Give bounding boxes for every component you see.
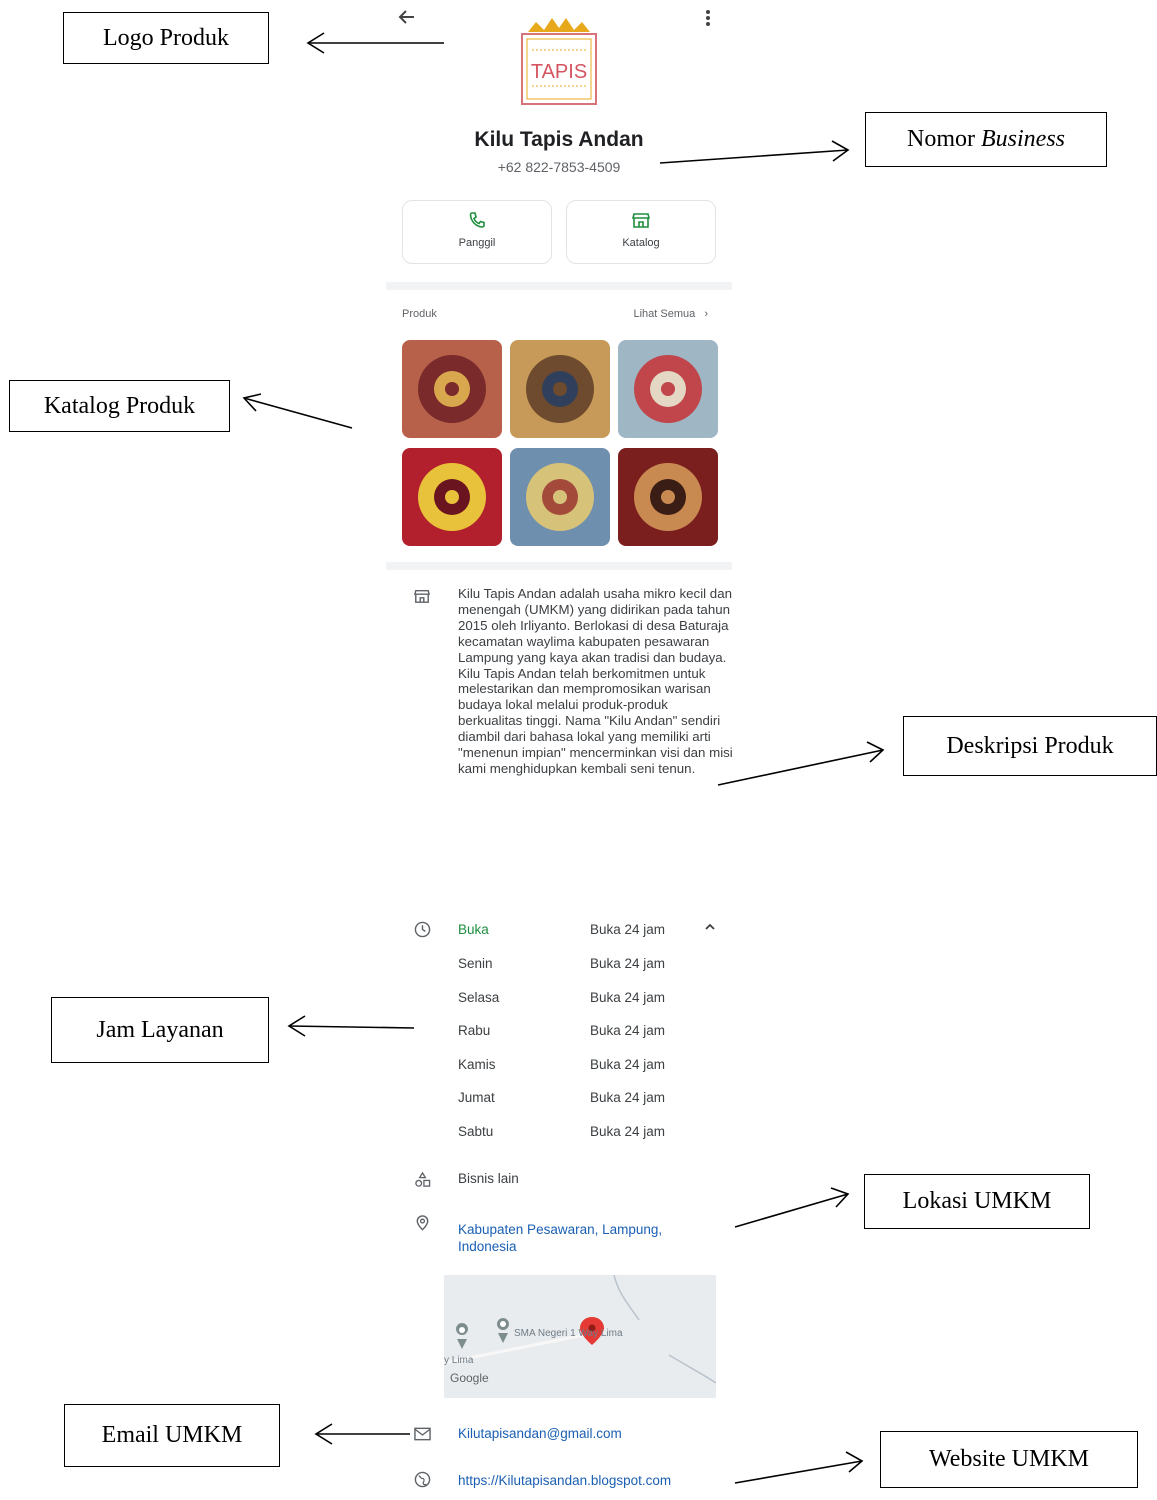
map-place-label: y Lima bbox=[444, 1355, 474, 1366]
hours-day-value: Buka 24 jam bbox=[590, 989, 666, 1005]
annotation-location-text: Lokasi UMKM bbox=[902, 1188, 1052, 1214]
arrow-catalog bbox=[242, 393, 353, 429]
chevron-up-icon[interactable] bbox=[704, 920, 716, 938]
see-all-label: Lihat Semua bbox=[633, 308, 696, 320]
annotation-phone-em: Business bbox=[981, 126, 1065, 152]
website-link[interactable]: https://Kilutapisandan.blogspot.com bbox=[458, 1472, 671, 1489]
annotation-hours: Jam Layanan bbox=[51, 997, 269, 1063]
map-poi-label: SMA Negeri 1 Way Lima bbox=[514, 1328, 623, 1339]
annotation-phone-text: Nomor Business bbox=[907, 126, 1065, 153]
product-thumbnail[interactable] bbox=[510, 340, 610, 438]
hours-day-value: Buka 24 jam bbox=[590, 956, 666, 971]
hours-status-value: Buka 24 jam bbox=[590, 922, 666, 937]
hours-status: Buka bbox=[458, 922, 489, 937]
annotation-hours-text: Jam Layanan bbox=[96, 1016, 224, 1043]
email-link[interactable]: Kilutapisandan@gmail.com bbox=[458, 1425, 622, 1442]
clock-icon bbox=[414, 921, 431, 943]
section-divider bbox=[386, 562, 732, 570]
annotation-phone-prefix: Nomor bbox=[907, 126, 981, 152]
annotation-description: Deskripsi Produk bbox=[903, 716, 1157, 776]
hours-day: Senin bbox=[458, 956, 493, 971]
hours-day: Jumat bbox=[458, 1090, 495, 1105]
annotation-logo: Logo Produk bbox=[63, 12, 269, 64]
annotation-catalog-text: Katalog Produk bbox=[43, 392, 196, 419]
call-button-label: Panggil bbox=[458, 237, 496, 249]
annotation-email-text: Email UMKM bbox=[101, 1422, 243, 1448]
annotation-website: Website UMKM bbox=[880, 1431, 1138, 1488]
hours-day-value: Buka 24 jam bbox=[590, 1123, 666, 1139]
business-name: Kilu Tapis Andan bbox=[474, 128, 644, 151]
catalog-button[interactable]: Katalog bbox=[566, 200, 716, 264]
phone-icon bbox=[403, 211, 551, 231]
hours-day: Selasa bbox=[458, 989, 500, 1005]
hours-day: Kamis bbox=[458, 1056, 496, 1072]
hours-day: Sabtu bbox=[458, 1123, 494, 1139]
hours-day-value: Buka 24 jam bbox=[590, 1056, 666, 1072]
hours-day-value: Buka 24 jam bbox=[590, 1023, 666, 1038]
category-icon bbox=[414, 1171, 431, 1193]
globe-icon bbox=[414, 1471, 431, 1493]
call-button[interactable]: Panggil bbox=[402, 200, 552, 264]
more-menu-icon[interactable] bbox=[704, 8, 712, 34]
hours-day-value: Buka 24 jam bbox=[590, 1090, 666, 1105]
hours-day: Rabu bbox=[458, 1023, 491, 1038]
storefront-icon bbox=[567, 211, 715, 231]
catalog-button-label: Katalog bbox=[622, 237, 660, 249]
product-thumbnail[interactable] bbox=[618, 448, 718, 546]
business-logo: TAPIS bbox=[516, 10, 602, 106]
arrow-location bbox=[734, 1187, 850, 1228]
business-category: Bisnis lain bbox=[458, 1171, 519, 1186]
logo-text: TAPIS bbox=[531, 61, 587, 83]
location-address[interactable]: Kabupaten Pesawaran, Lampung, Indonesia bbox=[458, 1221, 662, 1255]
annotation-logo-text: Logo Produk bbox=[103, 24, 229, 51]
annotation-website-text: Website UMKM bbox=[928, 1446, 1090, 1472]
storefront-icon bbox=[413, 588, 431, 609]
annotation-description-text: Deskripsi Produk bbox=[946, 732, 1114, 759]
see-all-link[interactable]: Lihat Semua › bbox=[634, 308, 709, 320]
mail-icon bbox=[414, 1427, 431, 1446]
google-logo: Google bbox=[450, 1371, 489, 1385]
business-profile-screen: TAPIS Kilu Tapis Andan +62 822-7853-4509… bbox=[386, 0, 733, 1500]
product-thumbnail[interactable] bbox=[510, 448, 610, 546]
back-arrow-icon[interactable] bbox=[398, 8, 416, 32]
arrow-website bbox=[734, 1451, 864, 1484]
annotation-location: Lokasi UMKM bbox=[864, 1174, 1090, 1229]
arrow-description bbox=[717, 741, 885, 786]
location-line-2: Indonesia bbox=[458, 1239, 517, 1254]
chevron-right-icon: › bbox=[704, 308, 708, 320]
section-divider bbox=[386, 282, 732, 290]
product-thumbnail[interactable] bbox=[402, 340, 502, 438]
annotation-catalog: Katalog Produk bbox=[9, 380, 230, 432]
annotation-phone: Nomor Business bbox=[865, 112, 1107, 167]
products-title: Produk bbox=[402, 308, 437, 320]
location-map[interactable]: SMA Negeri 1 Way Lima y Lima Google bbox=[444, 1275, 716, 1398]
business-description: Kilu Tapis Andan adalah usaha mikro keci… bbox=[458, 586, 733, 776]
product-thumbnail[interactable] bbox=[402, 448, 502, 546]
annotation-email: Email UMKM bbox=[64, 1404, 280, 1467]
location-pin-icon bbox=[414, 1214, 431, 1237]
product-thumbnail[interactable] bbox=[618, 340, 718, 438]
business-phone[interactable]: +62 822-7853-4509 bbox=[386, 159, 732, 175]
location-line-1: Kabupaten Pesawaran, Lampung, bbox=[458, 1222, 663, 1237]
